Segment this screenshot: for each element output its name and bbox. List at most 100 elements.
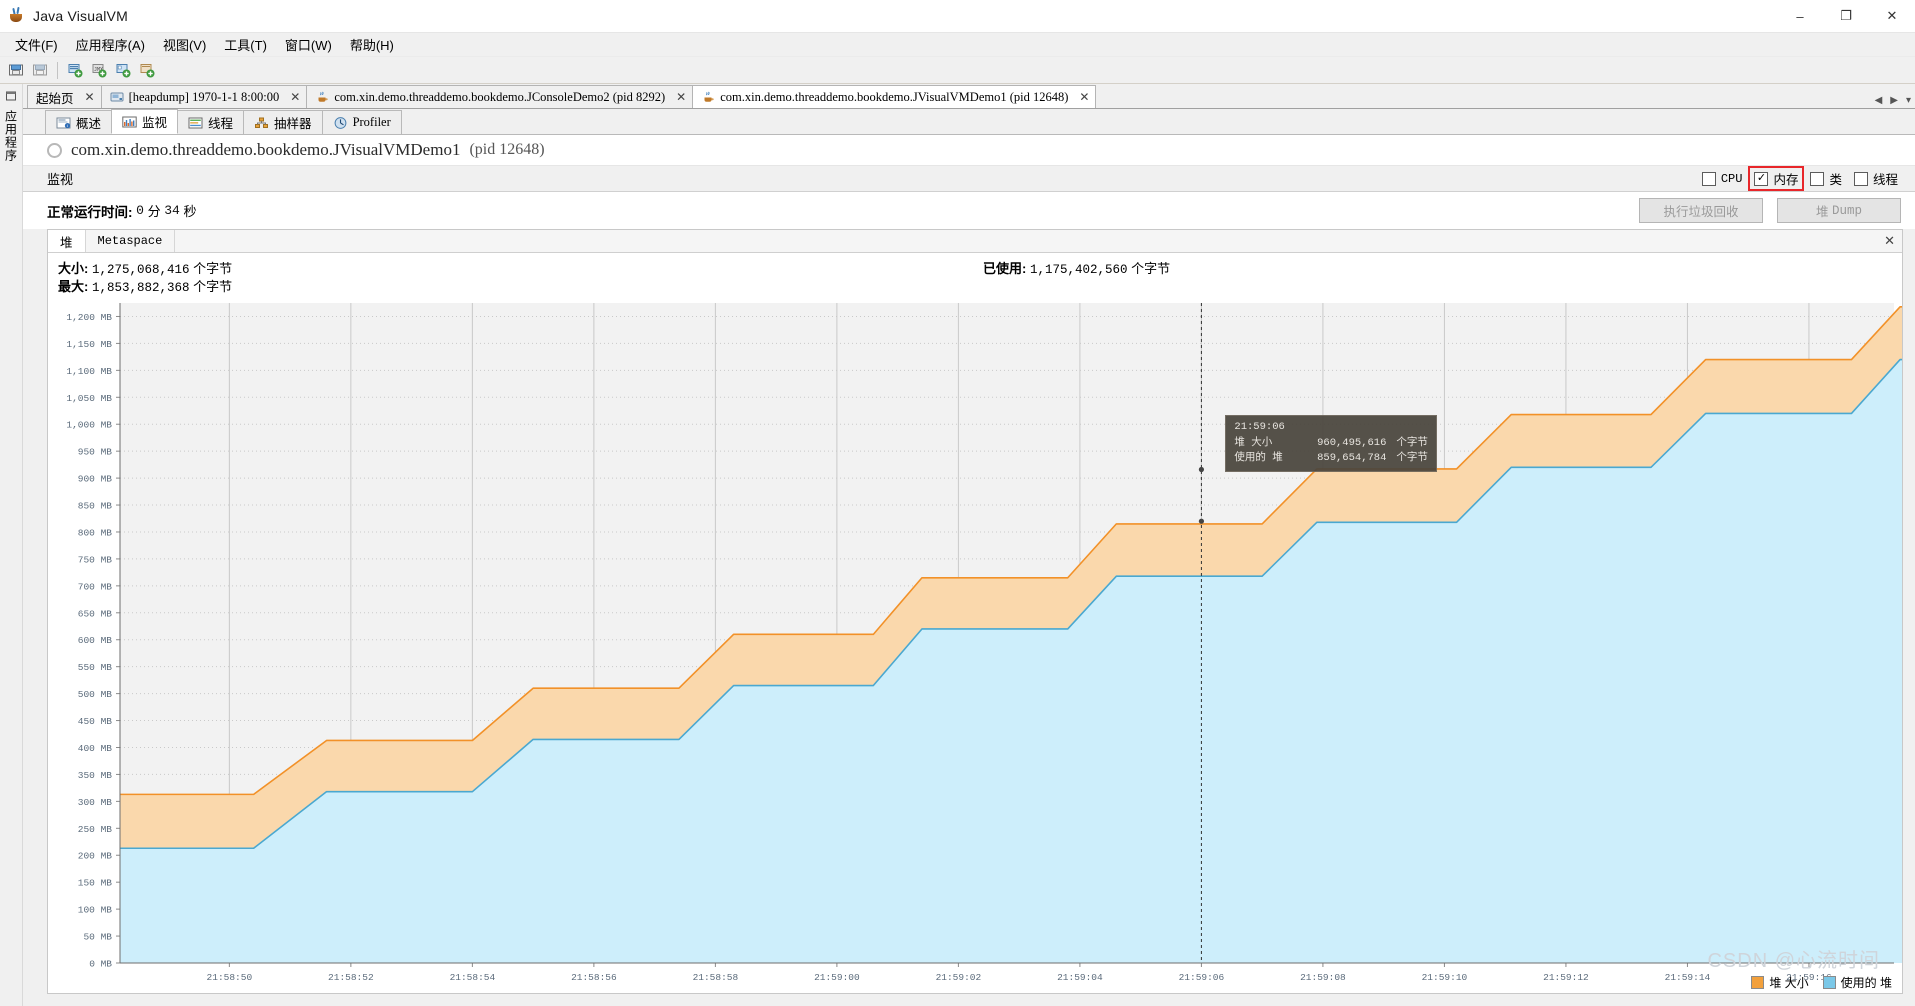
application-header: com.xin.demo.threaddemo.bookdemo.JVisual…	[23, 135, 1915, 166]
menu-window[interactable]: 窗口(W)	[276, 33, 341, 56]
uptime-minutes: 0	[136, 203, 144, 218]
checkbox-box	[1810, 171, 1825, 186]
tab-label: 监视	[142, 116, 168, 130]
perform-gc-button[interactable]: 执行垃圾回收	[1639, 198, 1763, 223]
add-remote-host-icon[interactable]	[111, 59, 135, 81]
open-snapshot-icon[interactable]	[4, 59, 28, 81]
java-app-icon	[701, 90, 715, 104]
svg-text:50 MB: 50 MB	[83, 932, 112, 943]
save-snapshot-icon[interactable]	[28, 59, 52, 81]
heapdump-icon	[110, 90, 124, 104]
menu-help[interactable]: 帮助(H)	[341, 33, 403, 56]
sampler-icon	[254, 116, 269, 130]
scroll-left-icon[interactable]: ◀	[1873, 95, 1885, 106]
monitor-section-label: 监视	[47, 172, 74, 187]
monitor-icon	[122, 115, 137, 129]
checkbox-label: 内存	[1773, 173, 1799, 187]
svg-text:650 MB: 650 MB	[78, 608, 113, 619]
heap-used-unit: 个字节	[1131, 261, 1171, 276]
panel-tab-metaspace[interactable]: Metaspace	[86, 230, 176, 252]
svg-text:900 MB: 900 MB	[78, 474, 113, 485]
add-jmx-connection-icon[interactable]	[63, 59, 87, 81]
tab-profiler[interactable]: Profiler	[321, 110, 402, 134]
heap-dump-label-cn: 堆	[1815, 205, 1829, 219]
tab-threads[interactable]: 线程	[177, 110, 245, 134]
doc-tab-jvisualvmdemo1[interactable]: com.xin.demo.threaddemo.bookdemo.JVisual…	[692, 85, 1097, 108]
application-name: com.xin.demo.threaddemo.bookdemo.JVisual…	[71, 140, 461, 159]
panel-close-icon[interactable]: ✕	[1884, 233, 1895, 249]
menu-file[interactable]: 文件(F)	[6, 33, 67, 56]
svg-text:21:59:02: 21:59:02	[936, 972, 982, 983]
heap-dump-button[interactable]: 堆 Dump	[1777, 198, 1901, 223]
pin-icon[interactable]	[5, 90, 17, 102]
maximize-button[interactable]: ❐	[1823, 0, 1869, 32]
tooltip-unit: 个字节	[1396, 436, 1428, 449]
add-jmx-host-icon[interactable]: JMX	[87, 59, 111, 81]
tab-overview[interactable]: i 概述	[45, 110, 113, 134]
panel-tab-bar: 堆 Metaspace ✕	[48, 230, 1902, 253]
minimize-button[interactable]: –	[1777, 0, 1823, 32]
tab-label: Profiler	[352, 115, 391, 129]
threads-icon	[188, 116, 203, 130]
close-button[interactable]: ✕	[1869, 0, 1915, 32]
svg-text:1,150 MB: 1,150 MB	[66, 339, 112, 350]
tooltip-value: 859,654,784	[1317, 451, 1387, 464]
status-bar	[23, 996, 1915, 1006]
checkbox-threads[interactable]: 线程	[1849, 167, 1903, 190]
profiler-icon	[333, 116, 348, 130]
tooltip-unit: 个字节	[1396, 451, 1428, 464]
svg-text:850 MB: 850 MB	[78, 501, 113, 512]
uptime-seconds-unit: 秒	[183, 204, 197, 219]
applications-rail[interactable]: 应用程序	[0, 84, 23, 1006]
checkbox-label: CPU	[1720, 171, 1743, 186]
legend-item-heap-size[interactable]: 堆 大小	[1751, 974, 1809, 991]
checkbox-cpu[interactable]: CPU	[1697, 170, 1748, 188]
heap-used-stat: 已使用: 1,175,402,560 个字节	[983, 258, 1170, 277]
menu-tools[interactable]: 工具(T)	[215, 33, 276, 56]
close-icon[interactable]: ✕	[85, 90, 95, 105]
tab-list-icon[interactable]: ▾	[1904, 95, 1913, 106]
action-buttons: 执行垃圾回收 堆 Dump	[1639, 198, 1901, 223]
heap-stats-row: 大小: 1,275,068,416 个字节 最大: 1,853,882,368 …	[48, 253, 1902, 297]
legend-item-heap-used[interactable]: 使用的 堆	[1822, 974, 1892, 991]
svg-text:21:59:12: 21:59:12	[1543, 972, 1589, 983]
heap-size-value: 1,275,068,416	[91, 263, 190, 277]
svg-text:1,000 MB: 1,000 MB	[66, 420, 112, 431]
chart-legend: 堆 大小 使用的 堆	[1751, 974, 1892, 991]
heap-chart[interactable]: 0 MB 50 MB 100 MB 150 MB 200 MB 250 MB 300 MB 3…	[48, 297, 1902, 993]
doc-tab-start-page[interactable]: 起始页 ✕	[27, 85, 102, 108]
checkbox-label: 线程	[1872, 173, 1898, 187]
svg-text:700 MB: 700 MB	[78, 581, 113, 592]
close-icon[interactable]: ✕	[290, 90, 300, 105]
svg-text:400 MB: 400 MB	[78, 743, 113, 754]
overview-icon: i	[56, 116, 71, 130]
scroll-right-icon[interactable]: ▶	[1888, 95, 1900, 106]
add-application-icon[interactable]	[135, 59, 159, 81]
doc-tab-heapdump[interactable]: [heapdump] 1970-1-1 8:00:00 ✕	[100, 85, 308, 108]
legend-label: 堆 大小	[1769, 976, 1809, 990]
uptime-label: 正常运行时间:	[47, 204, 133, 220]
svg-text:21:58:52: 21:58:52	[328, 972, 374, 983]
svg-text:200 MB: 200 MB	[78, 851, 113, 862]
svg-text:21:59:00: 21:59:00	[814, 972, 860, 983]
menu-view[interactable]: 视图(V)	[154, 33, 215, 56]
chart-tooltip: 21:59:06 堆 大小 960,495,616 个字节 使用的 堆 859,…	[1225, 415, 1437, 473]
checkbox-classes[interactable]: 类	[1805, 167, 1847, 190]
heap-max-stat: 最大: 1,853,882,368 个字节	[58, 276, 232, 295]
svg-text:350 MB: 350 MB	[78, 770, 113, 781]
checkbox-memory[interactable]: ✓ 内存	[1748, 166, 1805, 191]
doc-tab-jconsoledemo2[interactable]: com.xin.demo.threaddemo.bookdemo.JConsol…	[306, 85, 694, 108]
toolbar-separator	[57, 61, 58, 79]
menu-applications[interactable]: 应用程序(A)	[67, 33, 154, 56]
tab-sampler[interactable]: 抽样器	[243, 110, 323, 134]
heap-max-label: 最大:	[58, 279, 89, 294]
tab-monitor[interactable]: 监视	[111, 109, 179, 134]
uptime-seconds: 34	[164, 203, 180, 218]
close-icon[interactable]: ✕	[676, 90, 686, 105]
panel-tab-heap[interactable]: 堆	[48, 230, 86, 252]
svg-text:1,200 MB: 1,200 MB	[66, 312, 112, 323]
content-column: 起始页 ✕ [heapdump] 1970-1-1 8:00:00 ✕ com.…	[23, 84, 1915, 1006]
tab-scroll-controls: ◀ ▶ ▾	[1873, 95, 1913, 106]
legend-label: 使用的 堆	[1840, 976, 1892, 990]
close-icon[interactable]: ✕	[1079, 90, 1089, 105]
